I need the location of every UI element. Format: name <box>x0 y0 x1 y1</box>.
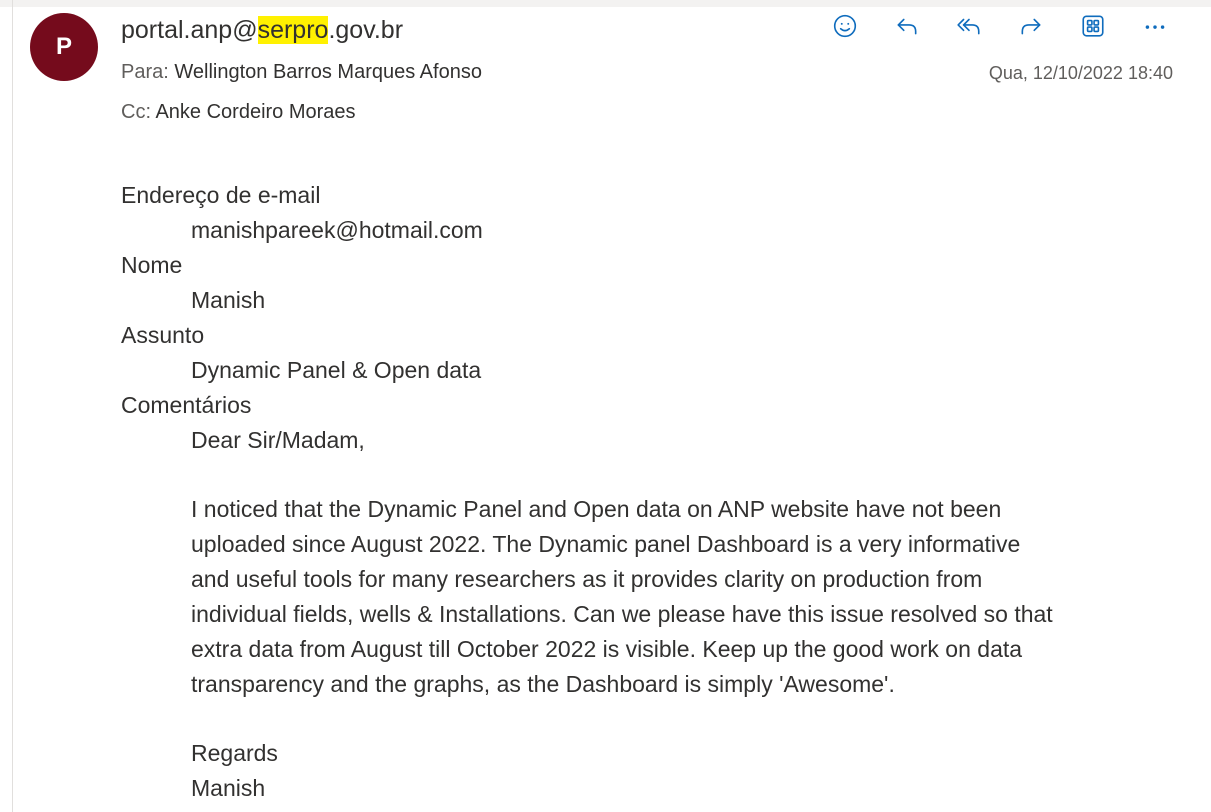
comment-line: extra data from August till October 2022… <box>191 636 1023 662</box>
subject-label: Assunto <box>121 322 205 348</box>
sender-address[interactable]: portal.anp@serpro.gov.br <box>121 16 403 45</box>
top-border <box>0 0 1211 7</box>
comment-line: I noticed that the Dynamic Panel and Ope… <box>191 496 1002 522</box>
regards-line: Regards <box>191 740 278 766</box>
reply-button[interactable] <box>888 8 926 44</box>
cc-label: Cc: <box>121 101 151 123</box>
forward-icon <box>1021 18 1041 35</box>
cc-recipient[interactable]: Anke Cordeiro Moraes <box>155 101 355 123</box>
forward-button[interactable] <box>1012 8 1050 44</box>
sender-domain: .gov.br <box>328 16 404 44</box>
emoji-button[interactable] <box>826 8 864 44</box>
reply-all-button[interactable] <box>950 8 988 44</box>
search-highlight: serpro <box>257 16 329 44</box>
name-value: Manish <box>191 287 266 313</box>
more-actions-button[interactable] <box>1136 8 1174 44</box>
greeting: Dear Sir/Madam, <box>191 427 365 453</box>
more-icon <box>1145 25 1165 29</box>
emoji-icon <box>833 14 857 38</box>
message-date: Qua, 12/10/2022 18:40 <box>988 63 1173 83</box>
sender-avatar[interactable]: P <box>30 13 98 81</box>
reply-all-icon <box>957 18 980 35</box>
subject-value: Dynamic Panel & Open data <box>191 357 482 383</box>
comments-label: Comentários <box>121 392 252 418</box>
left-border <box>12 0 13 812</box>
to-label: Para: <box>121 61 169 83</box>
comment-line: uploaded since August 2022. The Dynamic … <box>191 531 1021 557</box>
to-recipient[interactable]: Wellington Barros Marques Afonso <box>174 61 482 83</box>
name-label: Nome <box>121 252 183 278</box>
apps-button[interactable] <box>1074 8 1112 44</box>
email-label: Endereço de e-mail <box>121 182 321 208</box>
apps-icon <box>1082 15 1104 37</box>
signature-line: Manish <box>191 775 266 801</box>
email-value: manishpareek@hotmail.com <box>191 217 483 243</box>
comment-line: and useful tools for many researchers as… <box>191 566 983 592</box>
message-toolbar <box>826 8 1174 44</box>
message-body: Endereço de e-mail manishpareek@hotmail.… <box>121 178 1171 806</box>
to-line: Para: Wellington Barros Marques Afonso <box>121 61 482 84</box>
cc-line: Cc: Anke Cordeiro Moraes <box>121 101 356 124</box>
avatar-initial: P <box>55 33 72 60</box>
comment-line: transparency and the graphs, as the Dash… <box>191 671 895 697</box>
comment-paragraph: I noticed that the Dynamic Panel and Ope… <box>121 492 1171 702</box>
comment-line: individual fields, wells & Installations… <box>191 601 1053 627</box>
sender-local: portal.anp@ <box>121 16 258 44</box>
reply-icon <box>897 18 917 35</box>
